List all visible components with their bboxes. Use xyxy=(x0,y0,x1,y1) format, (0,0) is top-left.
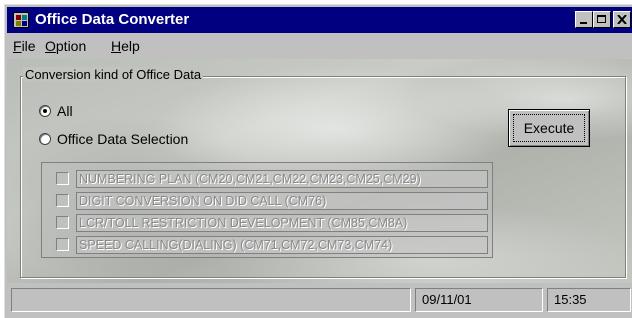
menu-bar: File Option Help xyxy=(7,35,632,57)
radio-selection-label: Office Data Selection xyxy=(57,131,189,147)
close-icon xyxy=(617,15,627,24)
app-window: Office Data Converter File Option Help C… xyxy=(4,4,632,318)
radio-selected-dot xyxy=(43,109,47,113)
title-bar[interactable]: Office Data Converter xyxy=(7,7,632,33)
menu-file-rest: ile xyxy=(21,38,36,54)
status-message xyxy=(11,288,411,312)
app-window-icon[interactable] xyxy=(13,12,29,28)
restore-button[interactable] xyxy=(593,11,611,28)
close-button[interactable] xyxy=(613,11,631,28)
menu-help-mnemonic: H xyxy=(111,38,122,54)
option-checkbox[interactable] xyxy=(56,172,69,185)
menu-file[interactable]: File xyxy=(13,38,36,54)
status-time: 15:35 xyxy=(547,288,631,312)
menu-option-rest: ption xyxy=(55,38,87,54)
option-checkbox[interactable] xyxy=(56,216,69,229)
radio-all-label: All xyxy=(57,103,73,119)
option-checkbox[interactable] xyxy=(56,194,69,207)
menu-help-rest: elp xyxy=(121,38,140,54)
focus-rectangle xyxy=(513,114,585,142)
menu-option[interactable]: Option xyxy=(45,38,86,54)
restore-icon xyxy=(597,15,606,23)
menu-help[interactable]: Help xyxy=(111,38,140,54)
minimize-button[interactable] xyxy=(575,11,593,28)
option-checkbox[interactable] xyxy=(56,238,69,251)
client-area: Conversion kind of Office Data All Offic… xyxy=(7,59,632,283)
menu-option-mnemonic: O xyxy=(45,38,56,54)
minimize-icon xyxy=(580,22,587,24)
radio-selection-indicator[interactable] xyxy=(39,133,51,145)
option-label: NUMBERING PLAN (CM20,CM21,CM22,CM23,CM25… xyxy=(76,170,488,188)
office-data-selection-panel: NUMBERING PLAN (CM20,CM21,CM22,CM23,CM25… xyxy=(41,162,493,258)
option-label: SPEED CALLING(DIALING) (CM71,CM72,CM73,C… xyxy=(76,236,488,254)
conversion-group-label: Conversion kind of Office Data xyxy=(23,67,204,82)
status-date: 09/11/01 xyxy=(415,288,543,312)
option-label: DIGIT CONVERSION ON DID CALL (CM76) xyxy=(76,192,488,210)
status-bar: 09/11/01 15:35 xyxy=(7,285,632,315)
radio-all-indicator[interactable] xyxy=(39,105,51,117)
execute-button[interactable]: Execute xyxy=(508,109,590,147)
menu-file-mnemonic: F xyxy=(13,38,22,54)
option-label: LCR/TOLL RESTRICTION DEVELOPMENT (CM85,C… xyxy=(76,214,488,232)
window-title: Office Data Converter xyxy=(35,11,190,28)
